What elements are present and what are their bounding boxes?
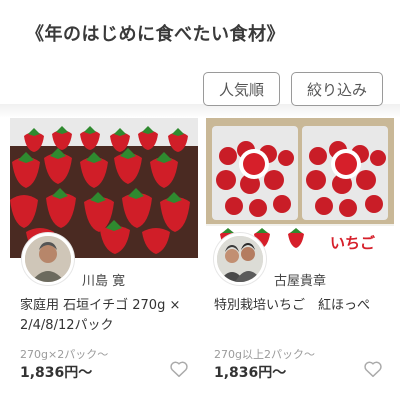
product-quantity: 270g以上2パック～	[214, 348, 315, 361]
sort-label: 人気順	[218, 80, 264, 99]
product-card-ishigaki-strawberry[interactable]: 川島 寛 家庭用 石垣イチゴ 270g × 2/4/8/12パック 270g×2…	[10, 118, 198, 400]
producer-avatar[interactable]	[214, 233, 266, 285]
product-price: 1,836円～	[214, 365, 287, 381]
filter-label: 絞り込み	[306, 80, 367, 99]
sort-button[interactable]: 人気順	[203, 72, 280, 106]
producer-avatar[interactable]	[22, 233, 74, 285]
product-card-benihoppe-strawberry[interactable]: いちご 古屋貴章 特別栽培いちご 紅ほっぺ 270g以上2パック～ 1,836円…	[206, 118, 394, 400]
producer-name[interactable]: 川島 寛	[82, 270, 125, 289]
product-price: 1,836円～	[20, 365, 93, 381]
package-label: いちご	[330, 234, 376, 252]
page-title: 《年のはじめに食べたい食材》	[26, 24, 285, 45]
product-title[interactable]: 家庭用 石垣イチゴ 270g × 2/4/8/12パック	[20, 296, 192, 336]
filter-button[interactable]: 絞り込み	[291, 72, 383, 106]
producer-name[interactable]: 古屋貴章	[274, 270, 326, 289]
favorite-heart-icon[interactable]	[168, 358, 190, 380]
product-title[interactable]: 特別栽培いちご 紅ほっぺ	[214, 296, 386, 316]
product-quantity: 270g×2パック～	[20, 348, 109, 361]
favorite-heart-icon[interactable]	[362, 358, 384, 380]
